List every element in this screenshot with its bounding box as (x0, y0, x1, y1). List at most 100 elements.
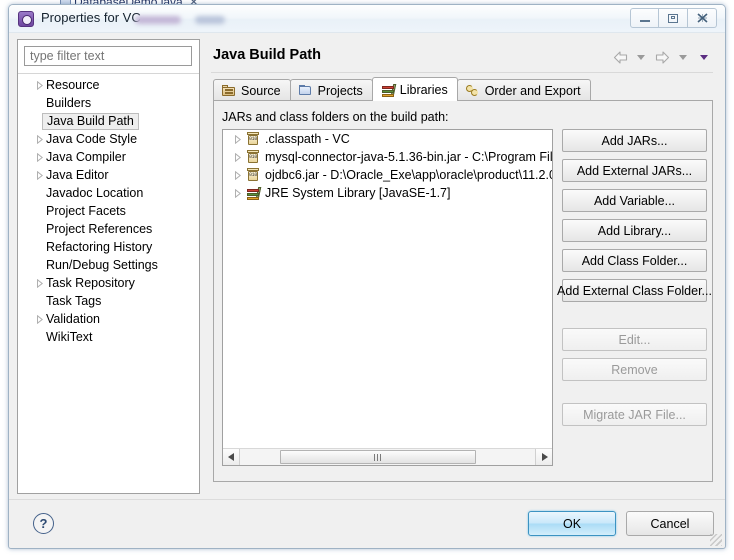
ok-button[interactable]: OK (528, 511, 616, 536)
dialog-footer: ? OK Cancel (9, 499, 725, 548)
sidebar-item-label: Java Compiler (46, 150, 126, 164)
settings-tree-panel: Resource Builders Java Build Path Java Code… (17, 39, 200, 494)
add-library-button[interactable]: Add Library... (562, 219, 707, 242)
add-jars-button[interactable]: Add JARs... (562, 129, 707, 152)
jar-list-hscrollbar[interactable] (223, 448, 552, 465)
add-class-folder-button[interactable]: Add Class Folder... (562, 249, 707, 272)
jar-icon: 010 (245, 167, 261, 183)
properties-gear-icon (18, 11, 34, 27)
jar-list-item-label: JRE System Library [JavaSE-1.7] (265, 186, 451, 200)
expand-arrow-icon[interactable] (231, 134, 245, 144)
expand-arrow-icon[interactable] (231, 188, 245, 198)
sidebar-item-java-code-style[interactable]: Java Code Style (18, 130, 199, 148)
resize-grip[interactable] (710, 534, 722, 546)
sidebar-item-wikitext[interactable]: WikiText (18, 328, 199, 346)
sidebar-item-builders[interactable]: Builders (18, 94, 199, 112)
forward-history-dropdown[interactable] (674, 49, 692, 65)
tab-order-and-export[interactable]: Order and Export (456, 79, 591, 101)
sidebar-item-run-debug-settings[interactable]: Run/Debug Settings (18, 256, 199, 274)
cancel-button[interactable]: Cancel (626, 511, 714, 536)
view-menu-button[interactable] (695, 49, 713, 65)
expand-arrow-icon (235, 134, 242, 144)
back-button[interactable] (611, 49, 629, 65)
build-path-tabs: Source Projects Libraries Order and Export (213, 77, 591, 101)
tab-libraries[interactable]: Libraries (371, 77, 458, 101)
expand-arrow-icon (36, 278, 43, 288)
close-button[interactable] (688, 8, 717, 28)
sidebar-item-label: Task Tags (46, 294, 102, 308)
expand-arrow-icon[interactable] (30, 152, 44, 162)
sidebar-item-label: WikiText (46, 330, 93, 344)
back-history-dropdown[interactable] (632, 49, 650, 65)
tree-divider (18, 73, 199, 74)
jar-list-item-label: .classpath - VC (265, 132, 350, 146)
sidebar-item-label: Run/Debug Settings (46, 258, 158, 272)
jar-list-item[interactable]: 010 .classpath - VC (223, 130, 552, 148)
triangle-right-icon (541, 453, 548, 461)
expand-arrow-icon[interactable] (30, 170, 44, 180)
expand-arrow-icon (235, 188, 242, 198)
sidebar-item-label: Project References (46, 222, 153, 236)
libraries-tab-panel: JARs and class folders on the build path… (213, 100, 713, 482)
tab-source[interactable]: Source (213, 79, 291, 101)
expand-arrow-icon[interactable] (30, 80, 44, 90)
jar-icon: 010 (245, 149, 261, 165)
chevron-down-icon (679, 54, 687, 60)
expand-arrow-icon (36, 134, 43, 144)
jar-list-item-label: mysql-connector-java-5.1.36-bin.jar - C:… (265, 150, 552, 164)
forward-button[interactable] (653, 49, 671, 65)
hscroll-thumb[interactable] (280, 450, 476, 464)
properties-dialog: Properties for VC Resource Builders Java B… (8, 4, 726, 549)
sidebar-item-project-facets[interactable]: Project Facets (18, 202, 199, 220)
scroll-right-button[interactable] (535, 449, 552, 465)
jar-list-item[interactable]: 010 ojdbc6.jar - D:\Oracle_Exe\app\oracle… (223, 166, 552, 184)
tab-label: Order and Export (484, 83, 581, 98)
jar-list-item[interactable]: JRE System Library [JavaSE-1.7] (223, 184, 552, 202)
expand-arrow-icon (36, 170, 43, 180)
page-panel: Java Build Path Source Projects Librarie… (207, 39, 717, 494)
help-button[interactable]: ? (33, 513, 54, 534)
minimize-button[interactable] (630, 8, 659, 28)
scroll-left-button[interactable] (223, 449, 240, 465)
expand-arrow-icon[interactable] (231, 152, 245, 162)
page-title: Java Build Path (213, 47, 321, 63)
sidebar-item-resource[interactable]: Resource (18, 76, 199, 94)
dialog-titlebar: Properties for VC (9, 5, 725, 33)
sidebar-item-task-repository[interactable]: Task Repository (18, 274, 199, 292)
add-variable-button[interactable]: Add Variable... (562, 189, 707, 212)
sidebar-item-java-build-path[interactable]: Java Build Path (18, 112, 199, 130)
books-icon (245, 185, 262, 201)
maximize-button[interactable] (659, 8, 688, 28)
sidebar-item-validation[interactable]: Validation (18, 310, 199, 328)
tab-label: Projects (317, 83, 363, 98)
sidebar-item-java-editor[interactable]: Java Editor (18, 166, 199, 184)
jar-list[interactable]: 010 .classpath - VC 010 mysql-connector-jav… (222, 129, 553, 466)
expand-arrow-icon[interactable] (30, 314, 44, 324)
filter-input[interactable] (24, 46, 192, 66)
edit-button: Edit... (562, 328, 707, 351)
jar-list-item[interactable]: 010 mysql-connector-java-5.1.36-bin.jar -… (223, 148, 552, 166)
expand-arrow-icon[interactable] (231, 170, 245, 180)
sidebar-item-task-tags[interactable]: Task Tags (18, 292, 199, 310)
expand-arrow-icon[interactable] (30, 134, 44, 144)
sidebar-item-javadoc-location[interactable]: Javadoc Location (18, 184, 199, 202)
chevron-down-filled-icon (700, 54, 708, 60)
expand-arrow-icon (36, 152, 43, 162)
order-arrows-icon (465, 83, 481, 98)
add-external-jars-button[interactable]: Add External JARs... (562, 159, 707, 182)
sidebar-item-refactoring-history[interactable]: Refactoring History (18, 238, 199, 256)
jar-list-label: JARs and class folders on the build path… (222, 110, 449, 124)
grip-icon (374, 453, 382, 461)
expand-arrow-icon[interactable] (30, 278, 44, 288)
title-divider (211, 72, 713, 73)
tab-label: Source (241, 83, 281, 98)
sidebar-item-label: Java Build Path (42, 112, 139, 130)
hscroll-track[interactable] (240, 449, 535, 465)
dialog-body: Resource Builders Java Build Path Java Code… (9, 33, 725, 499)
sidebar-item-java-compiler[interactable]: Java Compiler (18, 148, 199, 166)
page-nav-controls (611, 49, 713, 65)
settings-tree: Resource Builders Java Build Path Java Code… (18, 76, 199, 346)
add-external-class-folder-button[interactable]: Add External Class Folder... (557, 279, 712, 302)
sidebar-item-project-references[interactable]: Project References (18, 220, 199, 238)
tab-projects[interactable]: Projects (289, 79, 373, 101)
